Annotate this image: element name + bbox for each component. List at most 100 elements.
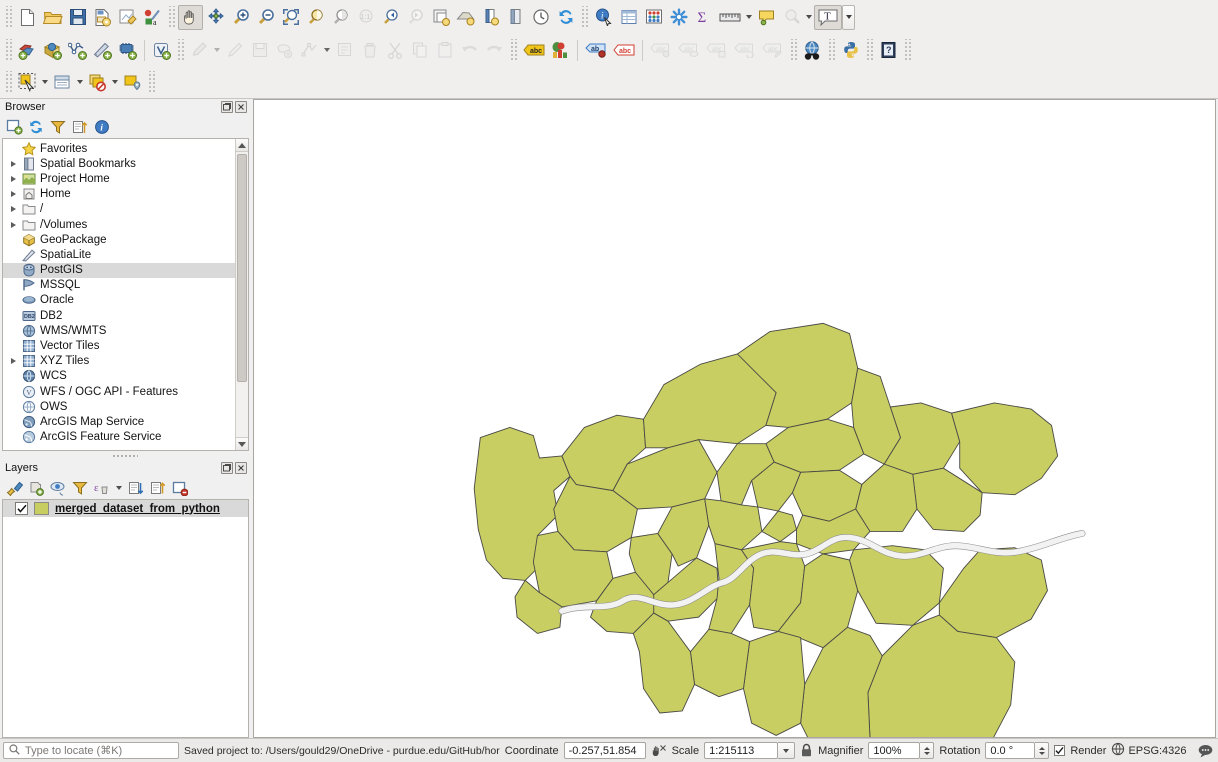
select-features-icon[interactable] (779, 5, 804, 30)
scroll-up-button[interactable] (236, 139, 248, 152)
layer-styling-icon[interactable] (548, 38, 573, 63)
properties-icon[interactable]: i (92, 117, 112, 137)
browser-scrollbar[interactable] (235, 139, 248, 450)
message-log-icon[interactable] (1198, 744, 1213, 758)
open-project-icon[interactable] (40, 5, 65, 30)
style-manager-icon[interactable] (115, 5, 140, 30)
paste-features-icon[interactable] (432, 38, 457, 63)
browser-item-project-home[interactable]: Project Home (3, 171, 235, 186)
toolbar-grip-3[interactable] (580, 6, 589, 28)
browser-item-wfs-ogc-api-features[interactable]: V WFS / OGC API - Features (3, 384, 235, 399)
browser-panel-close-button[interactable] (235, 101, 247, 113)
select-features-by-area-icon[interactable] (15, 70, 40, 95)
map-tips-icon[interactable] (754, 5, 779, 30)
refresh-icon[interactable] (26, 117, 46, 137)
add-group-icon[interactable] (26, 478, 46, 498)
delete-selected-icon[interactable] (357, 38, 382, 63)
toolbar-grip-12[interactable] (147, 71, 156, 93)
filter-legend-icon[interactable] (70, 478, 90, 498)
add-selected-layers-icon[interactable] (4, 117, 24, 137)
rotation-field[interactable]: 0.0 ° (985, 742, 1036, 759)
save-project-as-icon[interactable] (90, 5, 115, 30)
magnifier-field[interactable]: 100% (868, 742, 921, 759)
toggle-extents-icon[interactable] (651, 743, 667, 759)
coordinate-field[interactable]: -0.257,51.854 (563, 742, 646, 759)
metasearch-icon[interactable] (800, 38, 825, 63)
magnifier-spinbox[interactable]: 100% (868, 742, 935, 759)
identify-features-icon[interactable]: i (591, 5, 616, 30)
expand-arrow-icon[interactable] (7, 156, 20, 171)
browser-item-spatialite[interactable]: SpatiaLite (3, 247, 235, 262)
measure-line-icon[interactable] (716, 5, 744, 30)
rotate-label-icon[interactable]: abc (731, 38, 759, 63)
zoom-in-icon[interactable] (228, 5, 253, 30)
toolbar-grip-7[interactable] (789, 39, 798, 61)
locator-search-input[interactable]: Type to locate (⌘K) (3, 742, 179, 759)
toolbar-grip[interactable] (4, 6, 13, 28)
select-dropdown-icon[interactable] (804, 5, 814, 29)
expand-arrow-icon[interactable] (7, 187, 20, 202)
browser-item-ows[interactable]: OWS (3, 399, 235, 414)
browser-item-vector-tiles[interactable]: Vector Tiles (3, 338, 235, 353)
temporal-controller-icon[interactable] (528, 5, 553, 30)
browser-item-mssql[interactable]: MSSQL (3, 278, 235, 293)
redo-icon[interactable] (482, 38, 507, 63)
toolbar-grip-2[interactable] (167, 6, 176, 28)
browser-item-spatial-bookmarks[interactable]: Spatial Bookmarks (3, 156, 235, 171)
toolbar-grip-6[interactable] (509, 39, 518, 61)
vertex-tool-dropdown-icon[interactable] (322, 38, 332, 62)
save-layer-edits-icon[interactable] (247, 38, 272, 63)
highlight-pinned-labels-icon[interactable]: ab (582, 38, 610, 63)
python-console-icon[interactable] (838, 38, 863, 63)
open-attribute-table-icon[interactable] (616, 5, 641, 30)
select-by-value-icon[interactable] (50, 70, 75, 95)
zoom-native-icon[interactable]: 1:1 (353, 5, 378, 30)
toolbar-grip-8[interactable] (827, 39, 836, 61)
browser-item-[interactable]: / (3, 202, 235, 217)
browser-item-home[interactable]: Home (3, 187, 235, 202)
options-icon[interactable] (666, 5, 691, 30)
cut-features-icon[interactable] (382, 38, 407, 63)
zoom-to-selection-icon[interactable] (303, 5, 328, 30)
render-toggle[interactable]: Render (1054, 745, 1106, 757)
undo-icon[interactable] (457, 38, 482, 63)
toolbar-grip-4[interactable] (4, 39, 13, 61)
browser-panel-float-button[interactable] (221, 101, 233, 113)
browser-item-xyz-tiles[interactable]: XYZ Tiles (3, 354, 235, 369)
open-layer-styling-panel-icon[interactable] (4, 478, 24, 498)
crs-selector[interactable]: EPSG:4326 (1111, 742, 1187, 759)
add-vector-layer-icon[interactable] (15, 38, 40, 63)
browser-item-wcs[interactable]: WCS (3, 369, 235, 384)
save-project-icon[interactable] (65, 5, 90, 30)
zoom-full-icon[interactable] (278, 5, 303, 30)
show-bookmarks-icon[interactable] (503, 5, 528, 30)
scale-combo[interactable]: 1:215113 (704, 742, 796, 759)
remove-layer-icon[interactable] (170, 478, 190, 498)
add-raster-layer-icon[interactable] (40, 38, 65, 63)
browser-item-geopackage[interactable]: GeoPackage (3, 232, 235, 247)
render-checkbox[interactable] (1054, 745, 1066, 756)
filter-legend-by-expression-icon[interactable]: ε (92, 478, 112, 498)
browser-item-wms-wmts[interactable]: WMS/WMTS (3, 323, 235, 338)
filter-expression-dropdown-icon[interactable] (114, 476, 124, 500)
layer-row[interactable]: merged_dataset_from_python (3, 500, 248, 517)
select-area-dropdown-icon[interactable] (40, 70, 50, 94)
manage-map-themes-icon[interactable] (48, 478, 68, 498)
collapse-all-icon[interactable] (70, 117, 90, 137)
show-unplaced-labels-icon[interactable]: abc (610, 38, 638, 63)
toggle-editing-icon[interactable] (222, 38, 247, 63)
show-hide-labels-icon[interactable]: abc (675, 38, 703, 63)
add-spatialite-layer-icon[interactable] (90, 38, 115, 63)
zoom-last-icon[interactable] (378, 5, 403, 30)
help-icon[interactable]: ? (876, 38, 901, 63)
layer-visibility-checkbox[interactable] (15, 502, 28, 515)
collapse-all-icon[interactable] (148, 478, 168, 498)
zoom-to-layer-icon[interactable] (328, 5, 353, 30)
map-canvas[interactable] (253, 99, 1216, 738)
pin-labels-icon[interactable]: abc (647, 38, 675, 63)
current-edits-icon[interactable] (187, 38, 212, 63)
show-labels-icon[interactable]: abc (520, 38, 548, 63)
add-postgis-layer-icon[interactable] (115, 38, 140, 63)
measure-dropdown-icon[interactable] (744, 5, 754, 29)
rotation-stepper[interactable] (1035, 742, 1050, 759)
